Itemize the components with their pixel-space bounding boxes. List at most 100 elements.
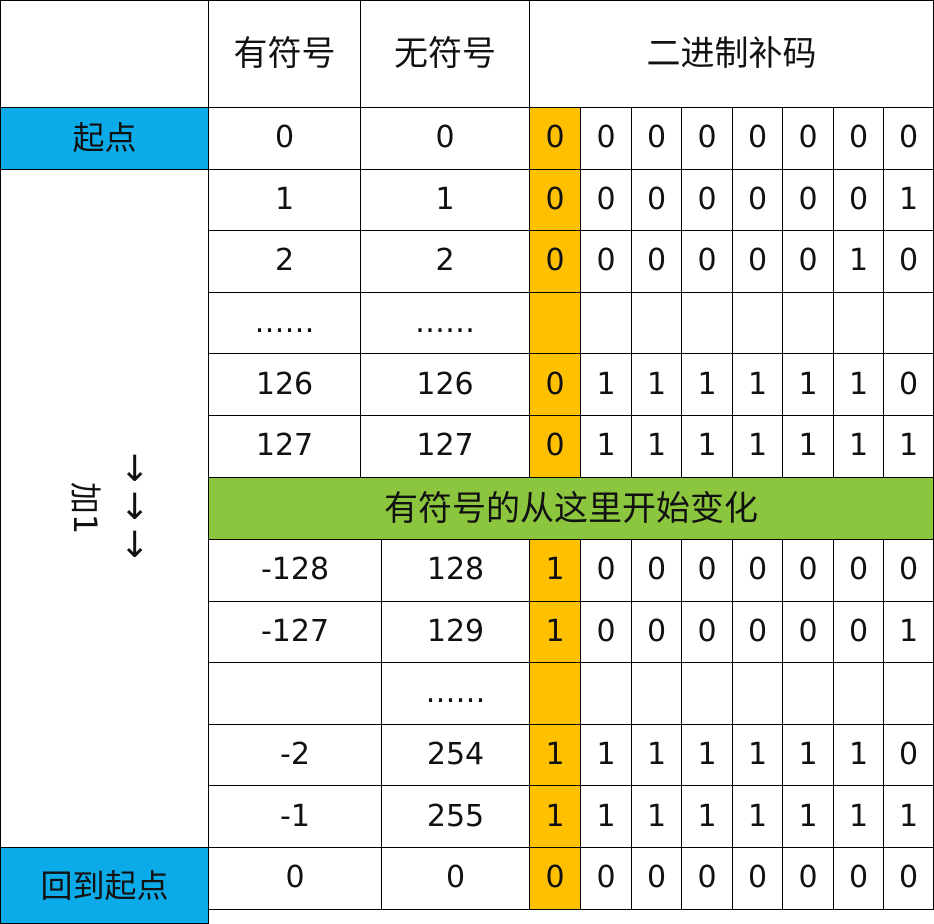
bit-cell: 0 bbox=[732, 600, 783, 664]
sign-bit-cell bbox=[529, 662, 581, 725]
bit-cell: 0 bbox=[631, 539, 682, 602]
bit-cell: 1 bbox=[631, 785, 682, 848]
sign-bit-cell: 0 bbox=[529, 107, 581, 170]
bit-cell: 1 bbox=[580, 723, 632, 787]
bit-cell: 0 bbox=[833, 168, 884, 232]
bit-cell: 1 bbox=[681, 415, 733, 478]
increment-side-cell: 加1 ↓ ↓ ↓ bbox=[0, 168, 209, 848]
bit-cell bbox=[580, 291, 632, 355]
bit-cell: 1 bbox=[883, 785, 934, 848]
bit-cell: 0 bbox=[681, 600, 733, 664]
signed-cell: 0 bbox=[208, 847, 382, 910]
bit-cell: 1 bbox=[732, 723, 783, 787]
bit-cell: 1 bbox=[782, 723, 834, 787]
unsigned-cell: 129 bbox=[381, 600, 530, 664]
signed-cell: -2 bbox=[208, 723, 382, 787]
bit-cell: 1 bbox=[681, 723, 733, 787]
signed-change-banner: 有符号的从这里开始变化 bbox=[208, 477, 934, 540]
bit-cell: 0 bbox=[681, 168, 733, 232]
unsigned-cell: 0 bbox=[360, 107, 530, 170]
bit-cell: 1 bbox=[833, 415, 884, 478]
bit-cell: 0 bbox=[681, 539, 733, 602]
signed-cell: 127 bbox=[208, 415, 361, 478]
bit-cell: 0 bbox=[732, 230, 783, 293]
header-binary: 二进制补码 bbox=[529, 0, 934, 108]
bit-cell: 1 bbox=[580, 415, 632, 478]
bit-cell: 0 bbox=[833, 600, 884, 664]
signed-cell: 0 bbox=[208, 107, 361, 170]
signed-cell: 2 bbox=[208, 230, 361, 293]
bit-cell: 0 bbox=[732, 168, 783, 232]
end-label: 回到起点 bbox=[0, 847, 209, 924]
bit-cell: 0 bbox=[782, 600, 834, 664]
bit-cell: 1 bbox=[631, 723, 682, 787]
unsigned-cell: 126 bbox=[360, 353, 530, 416]
sign-bit-cell: 0 bbox=[529, 415, 581, 478]
sign-bit-cell: 0 bbox=[529, 847, 581, 910]
bit-cell: 0 bbox=[681, 847, 733, 910]
bit-cell bbox=[681, 291, 733, 355]
bit-cell bbox=[681, 662, 733, 725]
bit-cell: 0 bbox=[580, 600, 632, 664]
bit-cell: 0 bbox=[782, 168, 834, 232]
bit-cell: 0 bbox=[883, 230, 934, 293]
unsigned-cell: …… bbox=[360, 291, 530, 355]
signed-cell: 126 bbox=[208, 353, 361, 416]
bit-cell: 1 bbox=[782, 353, 834, 416]
arrow-down-icon: ↓ bbox=[119, 525, 150, 567]
bit-cell: 0 bbox=[782, 107, 834, 170]
bit-cell: 1 bbox=[883, 168, 934, 232]
sign-bit-cell: 1 bbox=[529, 539, 581, 602]
bit-cell: 0 bbox=[782, 230, 834, 293]
bit-cell bbox=[782, 291, 834, 355]
bit-cell bbox=[883, 662, 934, 725]
bit-cell: 1 bbox=[732, 785, 783, 848]
bit-cell: 0 bbox=[732, 107, 783, 170]
bit-cell: 0 bbox=[631, 600, 682, 664]
bit-cell: 1 bbox=[580, 353, 632, 416]
bit-cell bbox=[732, 662, 783, 725]
bit-cell: 1 bbox=[833, 785, 884, 848]
bit-cell: 0 bbox=[782, 847, 834, 910]
start-label: 起点 bbox=[0, 107, 209, 170]
bit-cell: 1 bbox=[580, 785, 632, 848]
bit-cell bbox=[631, 291, 682, 355]
bit-cell: 1 bbox=[681, 353, 733, 416]
signed-cell: -127 bbox=[208, 600, 382, 664]
bit-cell: 0 bbox=[580, 107, 632, 170]
bit-cell: 1 bbox=[883, 415, 934, 478]
signed-cell: -128 bbox=[208, 539, 382, 602]
bit-cell: 1 bbox=[782, 415, 834, 478]
bit-cell: 0 bbox=[883, 107, 934, 170]
header-unsigned: 无符号 bbox=[360, 0, 530, 108]
bit-cell: 0 bbox=[732, 539, 783, 602]
sign-bit-cell: 1 bbox=[529, 600, 581, 664]
bit-cell: 0 bbox=[833, 847, 884, 910]
sign-bit-cell: 0 bbox=[529, 168, 581, 232]
bit-cell: 0 bbox=[782, 539, 834, 602]
bit-cell: 1 bbox=[782, 785, 834, 848]
bit-cell: 0 bbox=[883, 723, 934, 787]
bit-cell: 1 bbox=[732, 415, 783, 478]
corner-cell bbox=[0, 0, 209, 108]
bit-cell: 0 bbox=[580, 230, 632, 293]
bit-cell: 1 bbox=[833, 230, 884, 293]
bit-cell bbox=[883, 291, 934, 355]
bit-cell: 0 bbox=[883, 539, 934, 602]
bit-cell: 1 bbox=[833, 723, 884, 787]
sign-bit-cell: 1 bbox=[529, 723, 581, 787]
arrow-down-icon: ↓ bbox=[119, 487, 150, 529]
bit-cell bbox=[631, 662, 682, 725]
sign-bit-cell bbox=[529, 291, 581, 355]
unsigned-cell: 255 bbox=[381, 785, 530, 848]
bit-cell: 0 bbox=[631, 168, 682, 232]
bit-cell: 0 bbox=[681, 107, 733, 170]
bit-cell bbox=[732, 291, 783, 355]
sign-bit-cell: 0 bbox=[529, 353, 581, 416]
arrow-down-icon: ↓ bbox=[119, 449, 150, 491]
signed-cell: -1 bbox=[208, 785, 382, 848]
unsigned-cell: …… bbox=[381, 662, 530, 725]
signed-cell bbox=[208, 662, 382, 725]
bit-cell: 0 bbox=[580, 168, 632, 232]
unsigned-cell: 0 bbox=[381, 847, 530, 910]
